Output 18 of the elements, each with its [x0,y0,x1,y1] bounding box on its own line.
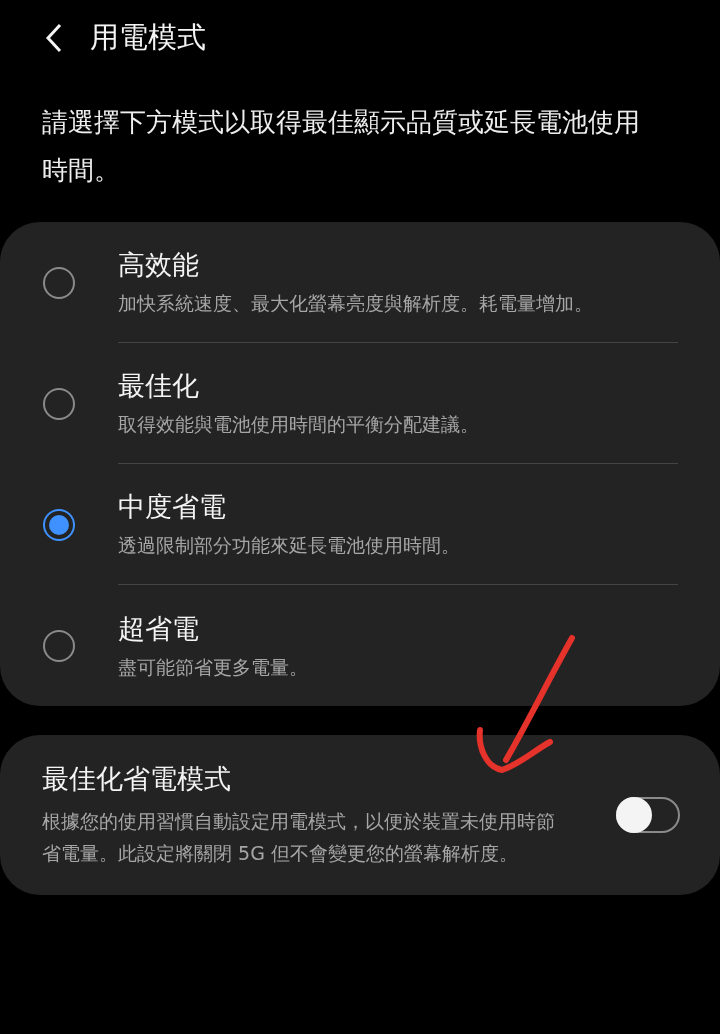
mode-description: 盡可能節省更多電量。 [118,654,309,680]
setting-description: 根據您的使用習慣自動設定用電模式，以便於裝置未使用時節省電量。此設定將關閉 5G 但不會變更您的螢幕解析度。 [42,809,556,866]
description-text: 請選擇下方模式以取得最佳顯示品質或延長電池使用時間。 [42,106,641,187]
page-title: 用電模式 [90,19,206,56]
mode-description: 透過限制部分功能來延長電池使用時間。 [118,533,461,558]
mode-title[interactable]: 超省電 [118,610,678,647]
radio-button[interactable] [43,629,75,662]
back-icon [44,22,64,54]
radio-button[interactable] [43,508,75,541]
toggle-switch[interactable] [616,797,680,833]
mode-title[interactable]: 最佳化 [118,368,678,404]
mode-title[interactable]: 高效能 [118,247,678,283]
mode-title[interactable]: 中度省電 [118,489,678,525]
mode-description: 取得效能與電池使用時間的平衡分配建議。 [118,412,480,437]
radio-button[interactable] [43,387,75,420]
radio-button[interactable] [43,266,75,299]
mode-description: 加快系統速度、最大化螢幕亮度與解析度。耗電量增加。 [118,291,594,316]
setting-title: 最佳化省電模式 [42,762,232,796]
